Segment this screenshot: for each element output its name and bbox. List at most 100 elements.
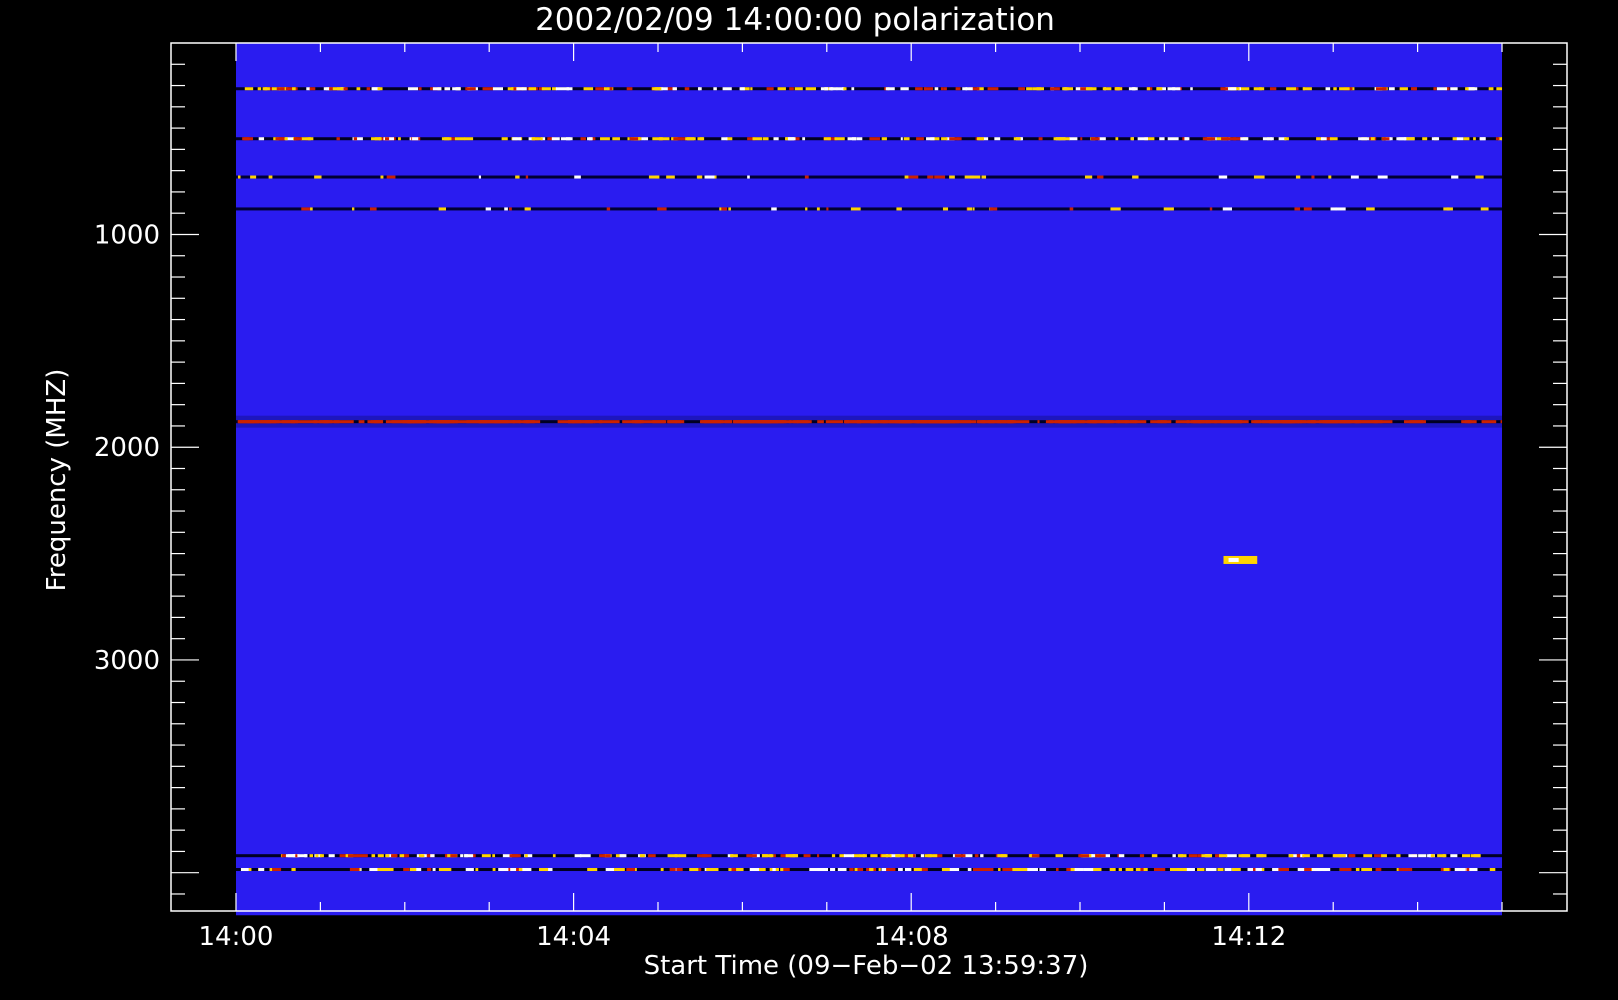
band-speck	[501, 137, 508, 141]
band-speck	[1269, 87, 1277, 91]
band-speck	[773, 137, 779, 141]
band-speck	[1102, 87, 1112, 91]
band-speck	[869, 137, 880, 141]
band-speck	[1190, 87, 1193, 91]
band-speck	[300, 137, 311, 141]
band-speck	[1013, 137, 1021, 141]
band-speck	[1481, 420, 1497, 424]
band-speck	[736, 868, 741, 872]
band-speck	[1358, 137, 1369, 141]
band-speck	[1345, 868, 1352, 872]
band-speck	[1332, 854, 1341, 858]
band-speck	[1304, 868, 1312, 872]
band-speck	[761, 854, 773, 858]
band-speck	[525, 420, 541, 424]
band-speck	[1188, 854, 1198, 858]
band-speck	[1026, 87, 1032, 91]
band-speck	[976, 137, 985, 141]
band-speck	[593, 420, 620, 424]
band-speck	[787, 137, 795, 141]
band-speck	[1222, 207, 1232, 211]
band-speck	[826, 207, 829, 211]
band-speck	[728, 207, 731, 211]
band-speck	[366, 87, 371, 91]
band-speck	[1139, 854, 1145, 858]
band-speck	[850, 207, 861, 211]
band-line	[235, 207, 1503, 211]
band-speck	[1355, 868, 1360, 872]
band-speck	[900, 137, 903, 141]
band-speck	[1151, 854, 1158, 858]
band-speck	[551, 137, 560, 141]
band-speck	[1294, 207, 1301, 211]
band-speck	[430, 854, 435, 858]
band-speck	[1488, 87, 1494, 91]
band-speck	[336, 137, 340, 141]
band-speck	[1156, 87, 1163, 91]
band-speck	[310, 207, 313, 211]
band-speck	[1480, 207, 1489, 211]
band-speck	[292, 87, 296, 91]
band-speck	[1201, 854, 1213, 858]
band-speck	[629, 137, 639, 141]
band-speck	[285, 87, 289, 91]
band-speck	[1329, 137, 1338, 141]
band-speck	[262, 87, 270, 91]
band-speck	[1375, 87, 1387, 91]
band-speck	[698, 87, 702, 91]
band-speck	[1055, 854, 1064, 858]
band-speck	[722, 87, 732, 91]
band-speck	[1038, 137, 1043, 141]
band-speck	[371, 137, 381, 141]
band-speck	[881, 868, 887, 872]
band-speck	[432, 868, 436, 872]
band-speck	[904, 868, 912, 872]
band-speck	[1335, 207, 1346, 211]
band-speck	[1167, 137, 1179, 141]
band-speck	[689, 868, 692, 872]
band-speck	[843, 854, 855, 858]
band-speck	[455, 420, 482, 424]
band-speck	[1302, 87, 1305, 91]
band-speck	[698, 868, 702, 872]
band-speck	[898, 868, 903, 872]
band-speck	[1118, 854, 1125, 858]
band-speck	[780, 868, 784, 872]
band-speck	[1380, 854, 1387, 858]
band-speck	[1098, 854, 1106, 858]
band-speck	[412, 137, 419, 141]
band-speck	[599, 854, 606, 858]
band-speck	[1078, 854, 1090, 858]
band-speck	[1253, 175, 1265, 179]
x-tick-label: 14:08	[874, 922, 949, 952]
band-speck	[1374, 854, 1382, 858]
band-speck	[1433, 87, 1437, 91]
band-speck	[528, 87, 537, 91]
x-axis-label: Start Time (09−Feb−02 13:59:37)	[644, 951, 1089, 981]
band-speck	[1097, 868, 1102, 872]
band-speck	[278, 137, 285, 141]
band-speck	[516, 87, 527, 91]
band-speck	[237, 175, 241, 179]
band-speck	[609, 87, 613, 91]
band-speck	[1116, 87, 1123, 91]
band-speck	[402, 420, 415, 424]
band-speck	[1179, 854, 1184, 858]
band-speck	[574, 854, 582, 858]
band-speck	[941, 137, 948, 141]
band-speck	[1115, 137, 1119, 141]
band-speck	[851, 137, 857, 141]
band-speck	[1105, 420, 1110, 424]
band-speck	[804, 175, 809, 179]
band-speck	[706, 868, 710, 872]
band-speck	[504, 207, 508, 211]
band-speck	[1410, 87, 1417, 91]
band-speck	[385, 854, 390, 858]
band-speck	[580, 854, 591, 858]
band-speck	[613, 868, 625, 872]
band-speck	[1036, 87, 1045, 91]
band-speck	[967, 868, 972, 872]
band-speck	[1468, 87, 1475, 91]
band-speck	[1320, 137, 1327, 141]
band-speck	[560, 137, 571, 141]
